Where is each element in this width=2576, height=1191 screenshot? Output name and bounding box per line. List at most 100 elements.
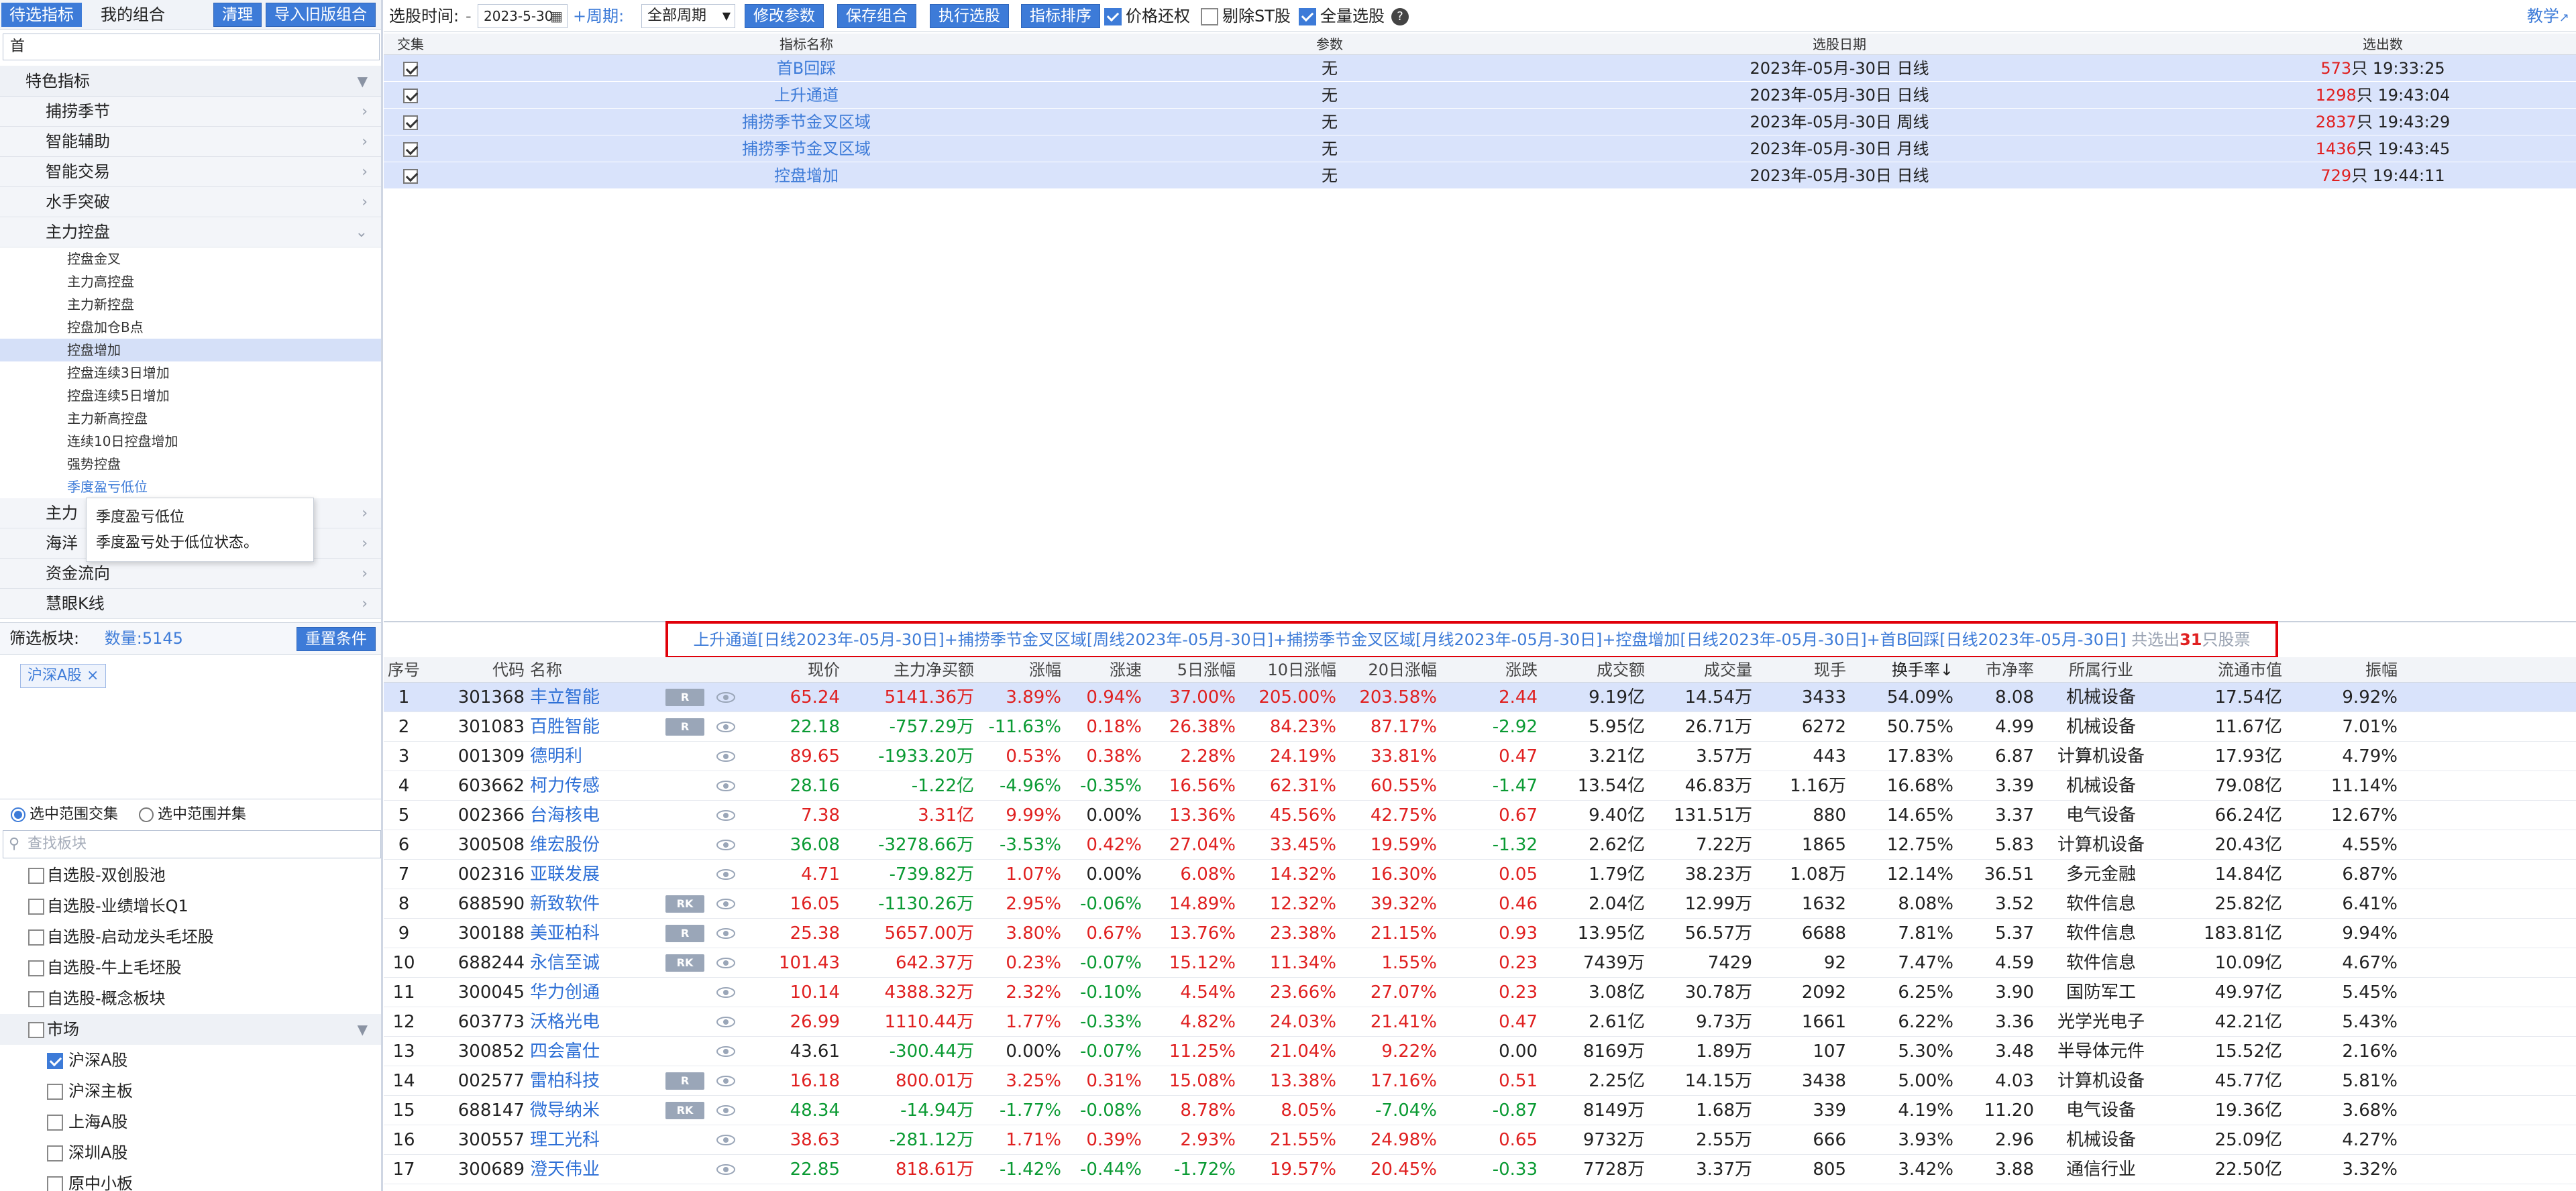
stock-cell-code[interactable]: 603662 xyxy=(424,771,525,801)
clear-button[interactable]: 清理 xyxy=(213,3,262,27)
tree-category[interactable]: 特色指标 ▼ xyxy=(0,66,381,97)
tree-leaf[interactable]: 控盘连续3日增加 xyxy=(0,361,381,384)
stock-cell-code[interactable]: 300557 xyxy=(424,1125,525,1155)
stock-cell-name[interactable]: 德明利 xyxy=(530,742,657,771)
criteria-intersect-cell[interactable] xyxy=(384,135,437,162)
eye-icon[interactable] xyxy=(716,986,736,999)
tree-leaf[interactable]: 主力高控盘 xyxy=(0,270,381,293)
board-item[interactable]: 沪深主板 xyxy=(0,1076,381,1107)
date-picker[interactable]: 2023-5-30 ▦ xyxy=(478,4,568,28)
criteria-row[interactable]: 首B回踩 无 2023年-05月-30日 日线 573只 19:33:25 xyxy=(384,55,2576,82)
stock-cell-name[interactable]: 永信至诚 xyxy=(530,948,657,978)
tree-leaf[interactable]: 主力新控盘 xyxy=(0,293,381,316)
checkbox-on-icon[interactable] xyxy=(403,62,418,76)
stock-col-header[interactable]: 名称 xyxy=(530,657,657,683)
radio-union[interactable]: 选中范围并集 xyxy=(139,806,246,823)
board-item[interactable]: 自选股-概念板块 xyxy=(0,983,381,1014)
reset-conditions-button[interactable]: 重置条件 xyxy=(297,627,376,651)
stock-row[interactable]: 12 603773 沃格光电 26.99 1110.44万 1.77% -0.33% 4.82… xyxy=(384,1007,2576,1037)
board-item[interactable]: 上海A股 xyxy=(0,1107,381,1137)
board-item[interactable]: 自选股-牛上毛坯股 xyxy=(0,952,381,983)
board-item[interactable]: 自选股-业绩增长Q1 xyxy=(0,891,381,921)
stock-tag-badge[interactable]: RK xyxy=(665,895,704,913)
criteria-row[interactable]: 捕捞季节金叉区域 无 2023年-05月-30日 月线 1436只 19:43:45 xyxy=(384,135,2576,162)
stock-cell-name[interactable]: 美亚柏科 xyxy=(530,919,657,948)
tutorial-link[interactable]: 教学↗ xyxy=(2527,0,2569,34)
stock-cell-code[interactable]: 001309 xyxy=(424,742,525,771)
stock-row[interactable]: 5 002366 台海核电 7.38 3.31亿 9.99% 0.00% 13.36% 45.5… xyxy=(384,801,2576,830)
tree-leaf[interactable]: 控盘连续5日增加 xyxy=(0,384,381,407)
price-restore-checkbox[interactable]: 价格还权 xyxy=(1104,0,1190,32)
stock-cell-name[interactable]: 澄天伟业 xyxy=(530,1155,657,1184)
stock-col-header[interactable]: 序号 xyxy=(384,657,424,683)
checkbox-off-icon[interactable] xyxy=(28,1022,44,1038)
stock-cell-code[interactable]: 688590 xyxy=(424,889,525,919)
eye-icon[interactable] xyxy=(716,1104,736,1117)
stock-row[interactable]: 8 688590 新致软件 RK 16.05 -1130.26万 2.95% -0.06% 14… xyxy=(384,889,2576,919)
stock-cell-code[interactable]: 300188 xyxy=(424,919,525,948)
checkbox-off-icon[interactable] xyxy=(28,929,44,946)
stock-col-header[interactable]: 市净率 xyxy=(1953,657,2034,683)
stock-row[interactable]: 4 603662 柯力传感 28.16 -1.22亿 -4.96% -0.35% 16.56%… xyxy=(384,771,2576,801)
criteria-indicator-name[interactable]: 捕捞季节金叉区域 xyxy=(437,109,1175,135)
eye-icon[interactable] xyxy=(716,838,736,852)
eye-icon[interactable] xyxy=(716,1163,736,1176)
stock-cell-code[interactable]: 603773 xyxy=(424,1007,525,1037)
tree-subcategory[interactable]: 慧眼K线 › xyxy=(0,589,381,619)
criteria-row[interactable]: 上升通道 无 2023年-05月-30日 日线 1298只 19:43:04 xyxy=(384,82,2576,109)
stock-row[interactable]: 17 300689 澄天伟业 22.85 818.61万 -1.42% -0.44% -1.7… xyxy=(384,1155,2576,1184)
eye-icon[interactable] xyxy=(716,927,736,940)
criteria-row[interactable]: 控盘增加 无 2023年-05月-30日 日线 729只 19:44:11 xyxy=(384,162,2576,189)
stock-row[interactable]: 1 301368 丰立智能 R 65.24 5141.36万 3.89% 0.94% 37.00… xyxy=(384,683,2576,712)
criteria-intersect-cell[interactable] xyxy=(384,82,437,109)
stock-cell-name[interactable]: 沃格光电 xyxy=(530,1007,657,1037)
criteria-intersect-cell[interactable] xyxy=(384,162,437,189)
tree-leaf[interactable]: 连续10日控盘增加 xyxy=(0,430,381,453)
criteria-col-header[interactable]: 指标名称 xyxy=(437,34,1175,55)
stock-row[interactable]: 16 300557 理工光科 38.63 -281.12万 1.71% 0.39% 2.93%… xyxy=(384,1125,2576,1155)
checkbox-off-icon[interactable] xyxy=(28,991,44,1007)
tree-subcategory[interactable]: 水手突破 › xyxy=(0,187,381,217)
criteria-col-header[interactable]: 交集 xyxy=(384,34,437,55)
checkbox-off-icon[interactable] xyxy=(47,1084,63,1100)
stock-cell-name[interactable]: 四会富仕 xyxy=(530,1037,657,1066)
tree-subcategory[interactable]: 主力控盘 ⌄ xyxy=(0,217,381,247)
stock-row[interactable]: 14 002577 雷柏科技 R 16.18 800.01万 3.25% 0.31% 15.08… xyxy=(384,1066,2576,1096)
stock-row[interactable]: 13 300852 四会富仕 43.61 -300.44万 0.00% -0.07% 11.2… xyxy=(384,1037,2576,1066)
stock-cell-name[interactable]: 亚联发展 xyxy=(530,860,657,889)
checkbox-off-icon[interactable] xyxy=(47,1176,63,1191)
tab-my-combos[interactable]: 我的组合 xyxy=(93,3,173,27)
stock-cell-name[interactable]: 微导纳米 xyxy=(530,1096,657,1125)
criteria-intersect-cell[interactable] xyxy=(384,109,437,135)
tree-subcategory[interactable]: 资金流向 › xyxy=(0,559,381,589)
stock-cell-name[interactable]: 新致软件 xyxy=(530,889,657,919)
stock-cell-code[interactable]: 301083 xyxy=(424,712,525,742)
stock-col-header[interactable]: 5日涨幅 xyxy=(1142,657,1236,683)
stock-cell-code[interactable]: 688147 xyxy=(424,1096,525,1125)
stock-cell-name[interactable]: 台海核电 xyxy=(530,801,657,830)
stock-col-header[interactable]: 10日涨幅 xyxy=(1236,657,1336,683)
stock-cell-name[interactable]: 雷柏科技 xyxy=(530,1066,657,1096)
calendar-icon[interactable]: ▦ xyxy=(550,5,563,27)
stock-col-header[interactable]: 换手率↓ xyxy=(1846,657,1953,683)
stock-col-header[interactable]: 现手 xyxy=(1752,657,1846,683)
import-old-combo-button[interactable]: 导入旧版组合 xyxy=(266,3,376,27)
stock-row[interactable]: 9 300188 美亚柏科 R 25.38 5657.00万 3.80% 0.67% 13.76… xyxy=(384,919,2576,948)
exclude-st-checkbox[interactable]: 剔除ST股 xyxy=(1201,0,1291,32)
tree-leaf[interactable]: 强势控盘 xyxy=(0,453,381,475)
stock-col-header[interactable]: 主力净买额 xyxy=(840,657,974,683)
tree-leaf[interactable]: 控盘金叉 xyxy=(0,247,381,270)
stock-cell-code[interactable]: 300045 xyxy=(424,978,525,1007)
tree-subcategory[interactable]: 智能辅助 › xyxy=(0,127,381,157)
board-item[interactable]: 原中小板 xyxy=(0,1168,381,1191)
stock-col-header[interactable]: 涨速 xyxy=(1061,657,1142,683)
stock-col-header[interactable]: 振幅 xyxy=(2282,657,2398,683)
stock-col-header[interactable]: 流通市值 xyxy=(2168,657,2282,683)
run-selection-button[interactable]: 执行选股 xyxy=(930,4,1009,28)
stock-cell-code[interactable]: 688244 xyxy=(424,948,525,978)
stock-cell-code[interactable]: 002577 xyxy=(424,1066,525,1096)
criteria-indicator-name[interactable]: 控盘增加 xyxy=(437,162,1175,189)
tab-candidate-indicators[interactable]: 待选指标 xyxy=(1,3,82,27)
checkbox-on-icon[interactable] xyxy=(403,89,418,103)
stock-cell-name[interactable]: 丰立智能 xyxy=(530,683,657,712)
